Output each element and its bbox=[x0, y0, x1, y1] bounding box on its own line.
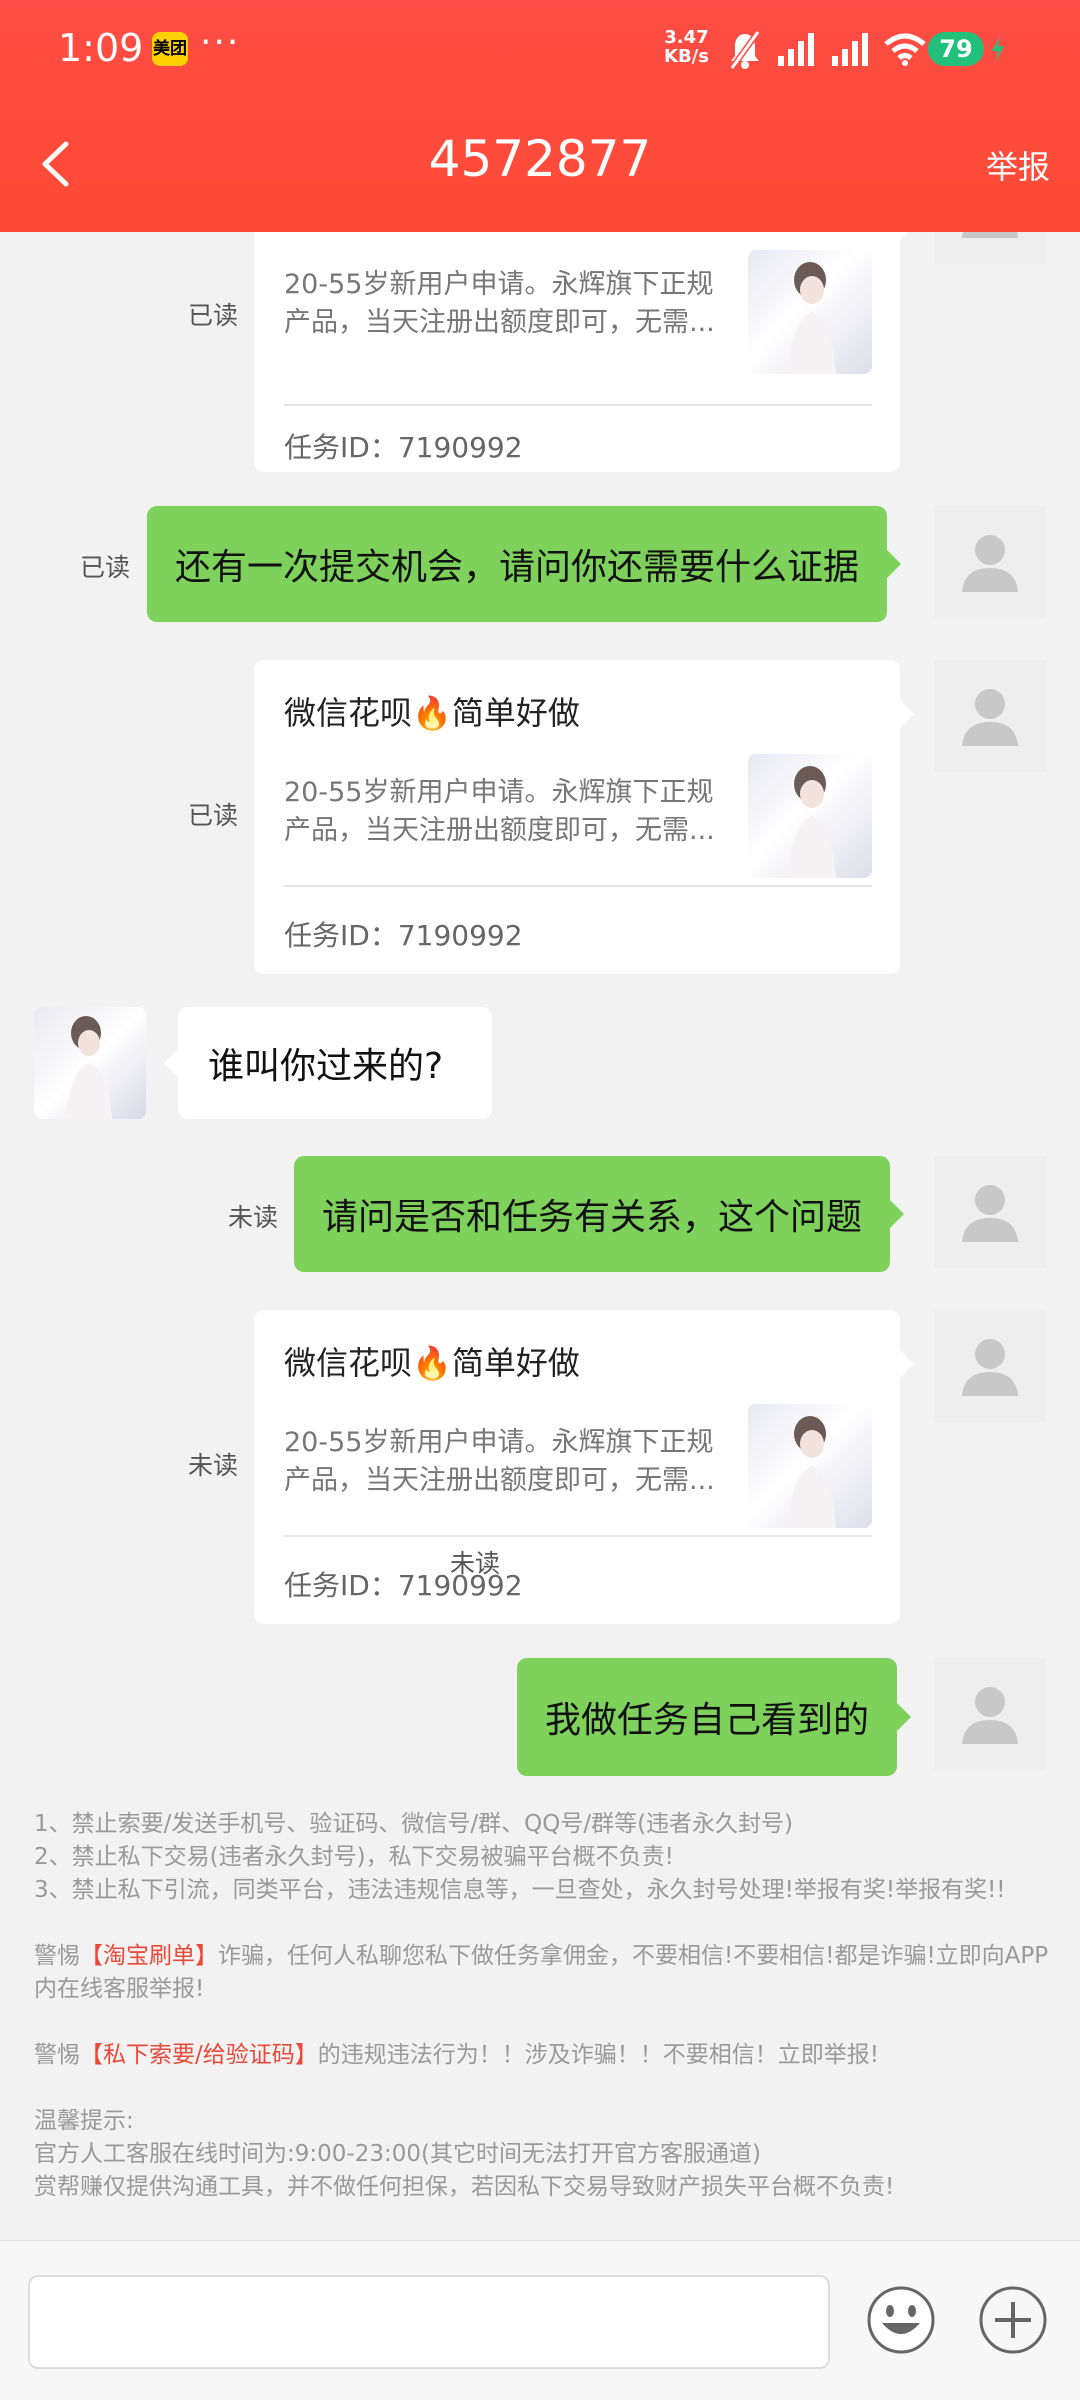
read-status: 已读 bbox=[188, 801, 239, 830]
default-avatar-icon bbox=[962, 689, 1018, 746]
task-card-id: 任务ID：7190992 bbox=[284, 919, 523, 952]
more-options-button[interactable] bbox=[978, 2285, 1048, 2355]
task-card-title: 微信花呗🔥简单好做 bbox=[284, 1344, 580, 1382]
read-status: 已读 bbox=[80, 553, 131, 582]
incoming-message[interactable]: 谁叫你过来的? bbox=[164, 1007, 492, 1119]
default-avatar-icon bbox=[962, 1185, 1018, 1242]
header: 1:09 美团 ··· 3.47 KB/s 79 4572877 举报 bbox=[0, 0, 1080, 232]
task-card-thumbnail bbox=[748, 250, 872, 374]
unread-status: 未读 bbox=[228, 1203, 279, 1232]
my-avatar[interactable] bbox=[934, 1156, 1046, 1268]
my-avatar[interactable] bbox=[934, 660, 1046, 772]
platform-notice: 1、禁止索要/发送手机号、验证码、微信号/群、QQ号/群等(违者永久封号) 2、… bbox=[34, 1808, 1054, 2204]
rule-3: 3、禁止私下引流，同类平台，违法违规信息等，一旦查处，永久封号处理!举报有奖!举… bbox=[34, 1877, 1006, 1903]
task-card-id: 任务ID：7190992 bbox=[284, 431, 523, 464]
charging-icon bbox=[992, 36, 1004, 62]
tip-title: 温馨提示: bbox=[34, 2108, 134, 2134]
read-status: 已读 bbox=[188, 301, 239, 330]
warning-highlight: 【私下索要/给验证码】 bbox=[80, 2042, 318, 2068]
my-avatar[interactable] bbox=[934, 506, 1046, 618]
task-card-desc: 20-55岁新用户申请。永辉旗下正规产品，当天注册出额度即可，无需... bbox=[284, 777, 715, 846]
input-bar bbox=[0, 2240, 1080, 2400]
outgoing-message[interactable]: 请问是否和任务有关系，这个问题 bbox=[294, 1156, 905, 1272]
chat-area[interactable]: 已读 20-55岁新用户申请。永辉旗下正规产品，当天注册出额度即可，无需... … bbox=[0, 232, 1080, 1782]
report-button[interactable]: 举报 bbox=[986, 142, 1050, 188]
signal-icon bbox=[832, 33, 868, 66]
my-avatar[interactable] bbox=[934, 232, 1046, 264]
status-bar: 1:09 美团 ··· 3.47 KB/s 79 bbox=[0, 0, 1080, 96]
task-card-title: 微信花呗🔥简单好做 bbox=[284, 694, 580, 732]
warning-code: 警惕【私下索要/给验证码】的违规违法行为！！涉及诈骗！！不要相信！立即举报! bbox=[34, 2042, 879, 2068]
wifi-icon bbox=[884, 33, 926, 66]
rule-2: 2、禁止私下交易(违者永久封号)，私下交易被骗平台概不负责! bbox=[34, 1844, 674, 1870]
battery-indicator: 79 bbox=[928, 32, 984, 66]
emoji-icon bbox=[867, 2286, 935, 2354]
card-divider bbox=[284, 404, 872, 406]
default-avatar-icon bbox=[962, 1339, 1018, 1396]
task-card[interactable]: 微信花呗🔥简单好做 20-55岁新用户申请。永辉旗下正规产品，当天注册出额度即可… bbox=[254, 660, 914, 974]
tip-service-hours: 官方人工客服在线时间为:9:00-23:00(其它时间无法打开官方客服通道) bbox=[34, 2141, 761, 2167]
warning-taobao: 警惕【淘宝刷单】诈骗，任何人私聊您私下做任务拿佣金，不要相信!不要相信!都是诈骗… bbox=[34, 1943, 1049, 2002]
emoji-button[interactable] bbox=[866, 2285, 936, 2355]
default-avatar-icon bbox=[962, 1687, 1018, 1744]
my-avatar[interactable] bbox=[934, 1658, 1046, 1770]
message-input[interactable] bbox=[28, 2275, 830, 2369]
mute-icon bbox=[729, 30, 761, 70]
my-avatar[interactable] bbox=[934, 1310, 1046, 1422]
unread-status: 未读 bbox=[450, 1549, 501, 1578]
contact-avatar[interactable] bbox=[34, 1007, 146, 1119]
task-card-desc: 20-55岁新用户申请。永辉旗下正规产品，当天注册出额度即可，无需... bbox=[284, 269, 715, 338]
outgoing-message[interactable]: 我做任务自己看到的 bbox=[517, 1658, 912, 1776]
nav-bar: 4572877 举报 bbox=[0, 96, 1080, 232]
tip-disclaimer: 赏帮赚仅提供沟通工具，并不做任何担保，若因私下交易导致财产损失平台概不负责! bbox=[34, 2174, 895, 2200]
chat-title: 4572877 bbox=[428, 130, 652, 188]
task-card-thumbnail bbox=[748, 754, 872, 878]
net-speed: 3.47 KB/s bbox=[664, 28, 709, 66]
outgoing-message[interactable]: 还有一次提交机会，请问你还需要什么证据 bbox=[147, 506, 902, 622]
signal-icon bbox=[778, 33, 814, 66]
task-card-thumbnail bbox=[748, 1404, 872, 1528]
meituan-badge-icon: 美团 bbox=[152, 32, 188, 66]
status-icons bbox=[728, 28, 926, 72]
more-notifications-icon: ··· bbox=[200, 22, 241, 63]
net-speed-value: 3.47 bbox=[664, 27, 709, 48]
warning-highlight: 【淘宝刷单】 bbox=[80, 1943, 218, 1969]
status-time: 1:09 bbox=[58, 26, 144, 70]
task-card[interactable]: 20-55岁新用户申请。永辉旗下正规产品，当天注册出额度即可，无需... 任务I… bbox=[254, 232, 914, 472]
card-divider bbox=[284, 1535, 872, 1537]
task-card[interactable]: 微信花呗🔥简单好做 20-55岁新用户申请。永辉旗下正规产品，当天注册出额度即可… bbox=[254, 1310, 914, 1624]
plus-icon bbox=[979, 2286, 1047, 2354]
default-avatar-icon bbox=[962, 535, 1018, 592]
unread-status: 未读 bbox=[188, 1451, 239, 1480]
task-card-desc: 20-55岁新用户申请。永辉旗下正规产品，当天注册出额度即可，无需... bbox=[284, 1427, 715, 1496]
card-divider bbox=[284, 885, 872, 887]
rule-1: 1、禁止索要/发送手机号、验证码、微信号/群、QQ号/群等(违者永久封号) bbox=[34, 1811, 794, 1837]
default-avatar-icon bbox=[962, 232, 1018, 238]
net-speed-unit: KB/s bbox=[664, 46, 709, 67]
